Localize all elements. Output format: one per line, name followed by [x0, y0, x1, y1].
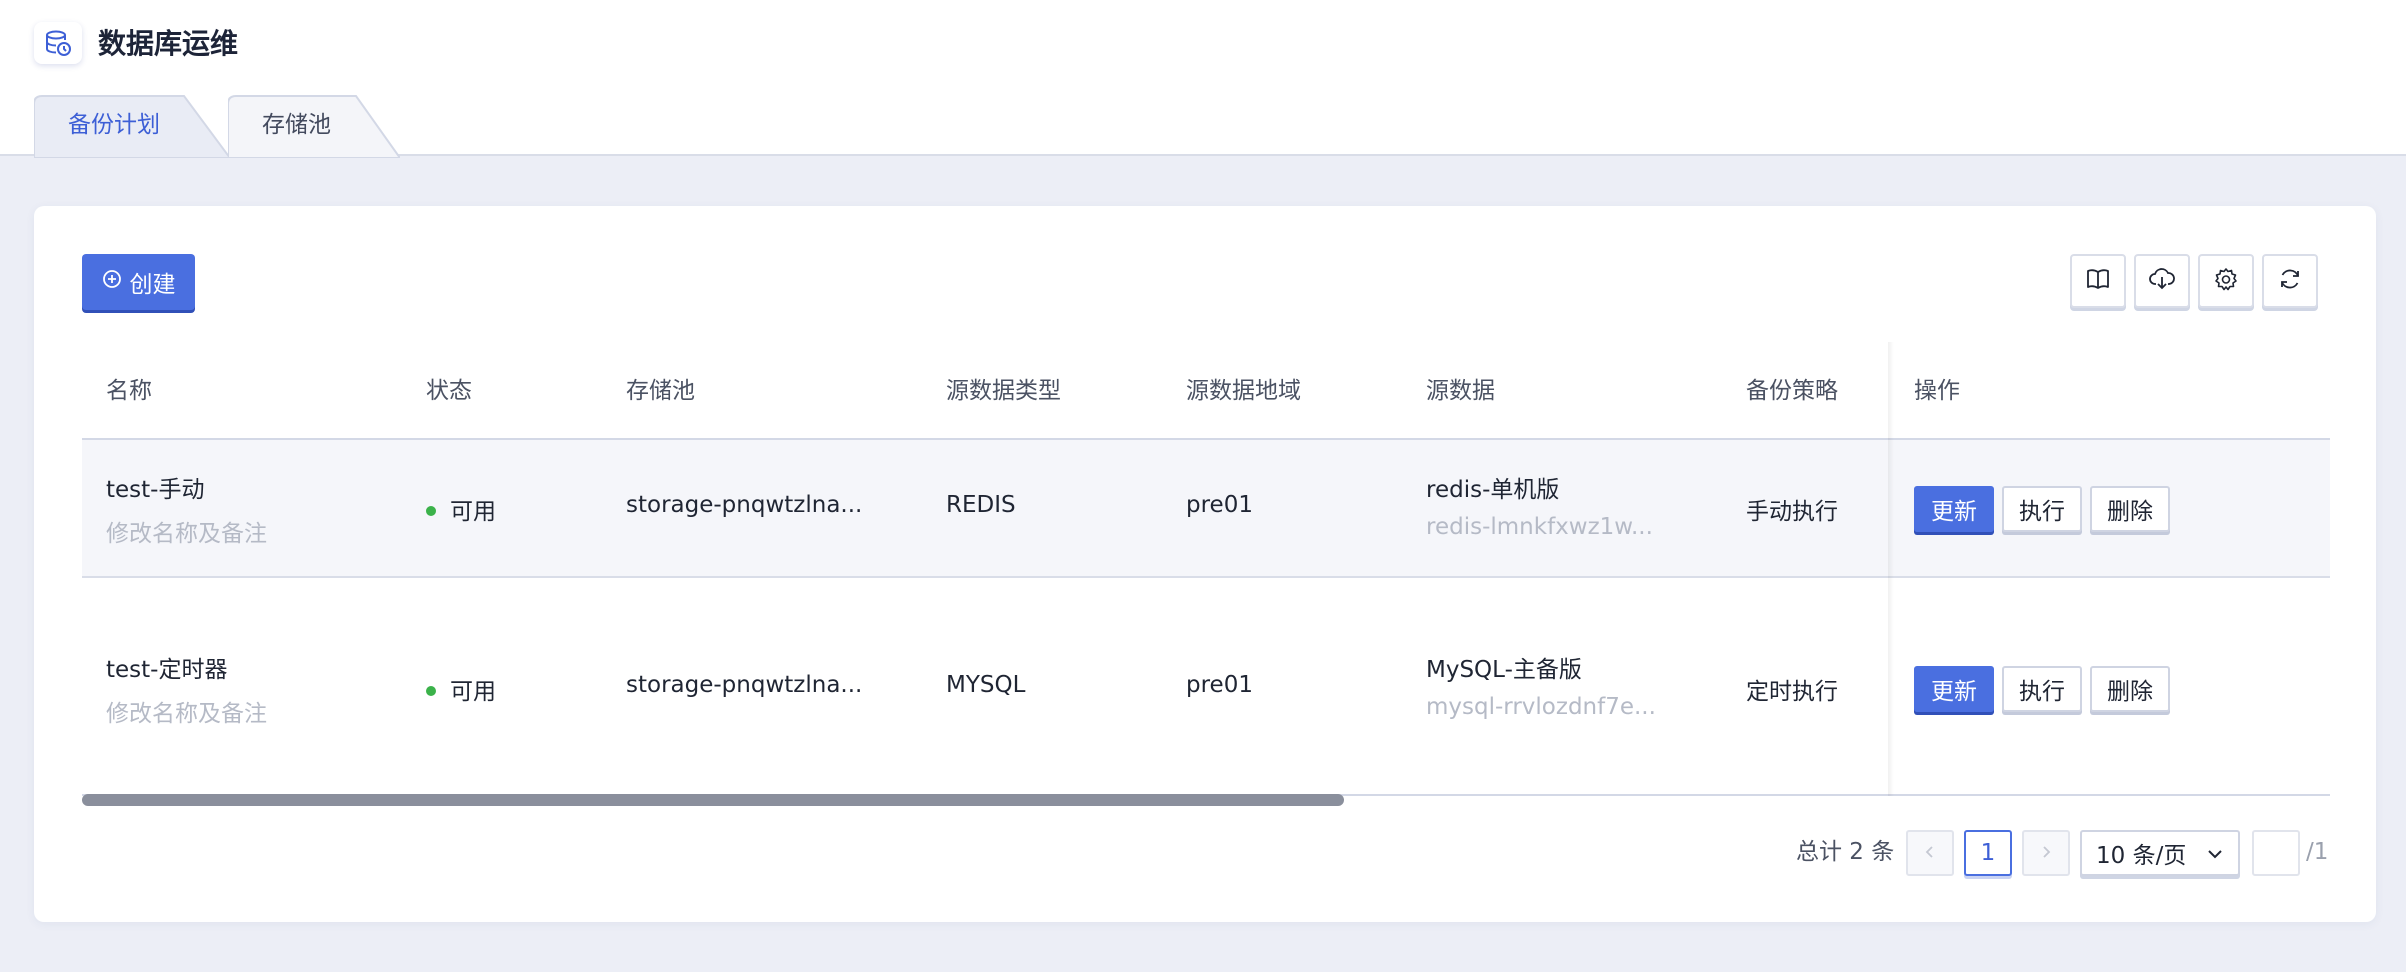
prev-page-button[interactable]: [1906, 830, 1954, 876]
chevron-right-icon: [2039, 840, 2053, 866]
status-text: 可用: [450, 679, 496, 705]
backup-plan-table: 名称 状态 存储池 源数据类型 源数据地域 源数据 备份策略 操作 test-手…: [82, 342, 2330, 796]
row-name[interactable]: test-手动: [106, 470, 204, 504]
row-region: pre01: [1186, 672, 1253, 698]
row-region: pre01: [1186, 492, 1253, 518]
refresh-icon: [2277, 266, 2303, 296]
row-source[interactable]: MySQL-主备版: [1426, 650, 1582, 684]
create-label: 创建: [129, 272, 176, 298]
page-title: 数据库运维: [98, 27, 239, 60]
column-header-region: 源数据地域: [1186, 378, 1301, 404]
horizontal-scrollbar[interactable]: [82, 794, 2330, 808]
table-row: test-定时器 修改名称及备注 可用 storage-pnqwtzlna...…: [82, 578, 2330, 796]
status-dot-icon: [426, 685, 436, 696]
row-type: MYSQL: [946, 672, 1026, 698]
tab-label: 备份计划: [68, 112, 160, 138]
chevron-down-icon: [2206, 840, 2224, 866]
create-button[interactable]: 创建: [82, 254, 195, 310]
row-pool[interactable]: storage-pnqwtzlna...: [626, 672, 862, 698]
pagination-total-pages: /1: [2306, 839, 2329, 865]
row-pool[interactable]: storage-pnqwtzlna...: [626, 492, 862, 518]
column-header-name: 名称: [106, 378, 152, 404]
chevron-left-icon: [1923, 840, 1937, 866]
row-name[interactable]: test-定时器: [106, 650, 227, 684]
column-header-status: 状态: [426, 378, 472, 404]
plus-circle-icon: [102, 269, 122, 295]
row-policy: 手动执行: [1746, 499, 1838, 525]
update-button[interactable]: 更新: [1914, 666, 1994, 712]
row-type: REDIS: [946, 492, 1016, 518]
table-header: 名称 状态 存储池 源数据类型 源数据地域 源数据 备份策略 操作: [82, 342, 2330, 440]
page-size-value: 10 条/页: [2096, 843, 2187, 869]
delete-button[interactable]: 删除: [2090, 486, 2170, 532]
column-header-actions: 操作: [1914, 378, 1960, 404]
delete-button[interactable]: 删除: [2090, 666, 2170, 712]
backup-plan-card: 创建 名称 状态 存储池 源数据类型 源数据地域 源数据 备份策略 操作 tes…: [34, 206, 2376, 922]
row-name-hint[interactable]: 修改名称及备注: [106, 694, 267, 728]
database-clock-icon: [34, 22, 82, 64]
status-text: 可用: [450, 499, 496, 525]
row-source-id[interactable]: redis-lmnkfxwz1w...: [1426, 514, 1653, 540]
column-header-source: 源数据: [1426, 378, 1495, 404]
settings-button[interactable]: [2198, 254, 2254, 308]
cloud-download-icon: [2148, 266, 2176, 296]
status-dot-icon: [426, 505, 436, 516]
scrollbar-thumb[interactable]: [82, 794, 1344, 806]
row-source-id[interactable]: mysql-rrvlozdnf7e...: [1426, 694, 1656, 720]
column-header-type: 源数据类型: [946, 378, 1061, 404]
page-jump-input[interactable]: [2252, 830, 2300, 876]
fixed-column-shadow: [1888, 342, 1894, 796]
execute-button[interactable]: 执行: [2002, 486, 2082, 532]
download-button[interactable]: [2134, 254, 2190, 308]
update-button[interactable]: 更新: [1914, 486, 1994, 532]
row-policy: 定时执行: [1746, 679, 1838, 705]
execute-button[interactable]: 执行: [2002, 666, 2082, 712]
tab-backup-plan[interactable]: 备份计划: [34, 94, 230, 158]
pagination-total: 总计 2 条: [1796, 839, 1895, 865]
next-page-button[interactable]: [2022, 830, 2070, 876]
status-badge: 可用: [426, 492, 496, 526]
column-header-pool: 存储池: [626, 378, 695, 404]
page-number-button[interactable]: 1: [1964, 830, 2012, 876]
page-size-select[interactable]: 10 条/页: [2080, 830, 2240, 876]
page-header: 数据库运维 备份计划 存储池: [0, 0, 2406, 158]
book-icon: [2085, 266, 2111, 296]
tab-label: 存储池: [262, 112, 331, 138]
row-source[interactable]: redis-单机版: [1426, 470, 1559, 504]
refresh-button[interactable]: [2262, 254, 2318, 308]
gear-icon: [2213, 266, 2239, 296]
status-badge: 可用: [426, 672, 496, 706]
tab-storage-pool[interactable]: 存储池: [228, 94, 400, 158]
column-header-policy: 备份策略: [1746, 378, 1838, 404]
docs-button[interactable]: [2070, 254, 2126, 308]
table-row: test-手动 修改名称及备注 可用 storage-pnqwtzlna... …: [82, 440, 2330, 578]
row-name-hint[interactable]: 修改名称及备注: [106, 514, 267, 548]
